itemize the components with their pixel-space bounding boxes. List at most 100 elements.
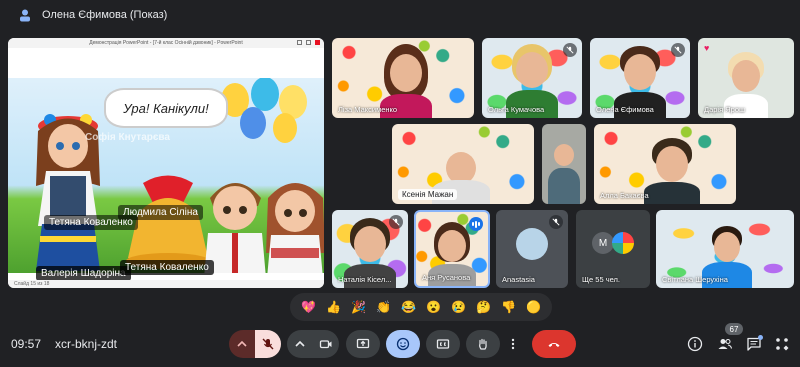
chat-button[interactable]	[745, 335, 763, 353]
participant-tile[interactable]: Світлана Шерухіна	[656, 210, 794, 288]
reaction-clapping[interactable]: 👏	[374, 297, 394, 317]
info-icon	[687, 336, 703, 352]
participant-name: Світлана Шерухіна	[662, 275, 728, 284]
reaction-surprised[interactable]: 😮	[424, 297, 444, 317]
participant-avatar	[516, 228, 548, 260]
overlay-name: Валерія Шадоріна	[36, 266, 131, 281]
maximize-icon	[306, 40, 311, 45]
boy-illustration	[204, 183, 266, 273]
top-bar: Олена Єфимова (Показ)	[0, 0, 800, 30]
audio-options-button[interactable]	[229, 330, 255, 358]
mic-off-icon	[262, 338, 274, 350]
participant-shirt	[644, 182, 700, 204]
more-options-button[interactable]	[504, 330, 522, 358]
participant-count-badge: 67	[725, 323, 743, 335]
present-screen-icon	[356, 338, 370, 349]
others-avatar-initial: М	[598, 237, 608, 249]
reaction-crying[interactable]: 😢	[449, 297, 469, 317]
participant-face	[390, 54, 422, 92]
slide-heading: Ура! Канікули!	[123, 100, 209, 116]
hang-up-icon	[548, 343, 560, 347]
overlay-name: Тетяна Коваленко	[120, 260, 214, 275]
participant-tile[interactable]: Ксенія Мажан	[392, 124, 534, 204]
participant-tile[interactable]: Алла Бакаєва	[594, 124, 736, 204]
participant-face	[354, 226, 386, 262]
slide-canvas: Ура! Канікули! Софія Кнутарєва Людмила С…	[8, 78, 324, 273]
video-options-button[interactable]	[287, 330, 313, 358]
activities-icon	[776, 338, 789, 351]
present-screen-button[interactable]	[346, 330, 380, 358]
reaction-sparkling-heart[interactable]: 💖	[299, 297, 319, 317]
slide-counter: Слайд 15 из 18	[14, 281, 50, 287]
participant-tile[interactable]	[542, 124, 586, 204]
participant-shirt	[548, 168, 580, 204]
reaction-thinking[interactable]: 🤔	[474, 297, 494, 317]
participant-face	[732, 60, 760, 92]
reaction-party-popper[interactable]: 🎉	[349, 297, 369, 317]
girl2-illustration	[266, 183, 324, 273]
slide-speech-bubble: Ура! Канікули!	[104, 88, 228, 128]
close-icon	[315, 40, 320, 45]
participant-name: Алла Бакаєва	[600, 191, 649, 200]
muted-mic-icon	[389, 215, 403, 229]
meeting-details-button[interactable]	[686, 335, 704, 353]
chevron-up-icon	[237, 340, 247, 347]
participant-face	[554, 144, 574, 166]
reaction-laughing[interactable]: 😂	[399, 297, 419, 317]
meeting-code: xcr-bknj-zdt	[55, 337, 118, 351]
participant-name: Ольга Кумачова	[488, 105, 545, 114]
powerpoint-titlebar: Демонстрація PowerPoint - [7-й клас Осін…	[8, 38, 324, 48]
people-button[interactable]	[716, 335, 734, 353]
reactions-bar: 💖 👍 🎉 👏 😂 😮 😢 🤔 👎 🟡	[290, 293, 552, 321]
participant-tile[interactable]: Наталія Кісел...	[332, 210, 408, 288]
participant-tile[interactable]: Ольга Кумачова	[482, 38, 582, 118]
minimize-icon	[297, 40, 302, 45]
participant-face	[714, 232, 740, 262]
window-buttons	[297, 40, 320, 45]
reaction-skin-tone[interactable]: 🟡	[524, 297, 544, 317]
more-vert-icon	[511, 338, 515, 350]
others-tile[interactable]: М Ще 55 чел.	[576, 210, 650, 288]
heart-reaction-icon: ♥	[704, 43, 710, 53]
participant-name: Олена Єфимова	[596, 105, 654, 114]
emoji-reactions-button[interactable]	[386, 330, 420, 358]
camera-icon	[319, 340, 332, 349]
participant-tile[interactable]: Anastasia	[496, 210, 568, 288]
participant-tile[interactable]: Аня Русанова	[414, 210, 490, 288]
others-avatar	[612, 232, 634, 254]
muted-mic-icon	[671, 43, 685, 57]
participant-name: Ліза Максименко	[338, 105, 398, 114]
balloons-illustration	[221, 78, 307, 143]
participant-name: Аня Русанова	[422, 273, 471, 282]
overlay-name: Софія Кнутарєва	[85, 132, 170, 143]
presenter-avatar-icon	[20, 9, 30, 22]
participant-face	[656, 146, 688, 182]
raise-hand-button[interactable]	[466, 330, 500, 358]
powerpoint-window-title: Демонстрація PowerPoint - [7-й клас Осін…	[89, 40, 243, 46]
hand-icon	[479, 338, 487, 350]
participant-tile[interactable]: Олена Єфимова	[590, 38, 690, 118]
camera-toggle-button[interactable]	[313, 330, 339, 358]
people-icon	[718, 338, 733, 349]
participant-tile[interactable]: ♥ Дарія Ярош	[698, 38, 794, 118]
participant-tile[interactable]: Ліза Максименко	[332, 38, 474, 118]
reaction-thumbs-down[interactable]: 👎	[499, 297, 519, 317]
activities-button[interactable]	[773, 335, 791, 353]
participant-face	[516, 52, 548, 88]
others-count-label: Ще 55 чел.	[582, 275, 621, 284]
participant-face	[438, 230, 466, 262]
overlay-name: Тетяна Коваленко	[44, 215, 138, 230]
leave-call-button[interactable]	[532, 330, 576, 358]
muted-mic-icon	[549, 215, 563, 229]
reaction-thumbs-up[interactable]: 👍	[324, 297, 344, 317]
smiley-icon	[396, 337, 410, 351]
captions-button[interactable]	[426, 330, 460, 358]
clock: 09:57	[11, 337, 42, 351]
captions-icon	[436, 339, 450, 349]
powerpoint-statusbar: Слайд 15 из 18	[8, 280, 324, 288]
mic-toggle-button[interactable]	[255, 330, 281, 358]
chevron-up-icon	[295, 340, 305, 347]
presentation-screen[interactable]: Демонстрація PowerPoint - [7-й клас Осін…	[8, 38, 324, 288]
muted-mic-icon	[563, 43, 577, 57]
participant-face	[624, 54, 656, 90]
